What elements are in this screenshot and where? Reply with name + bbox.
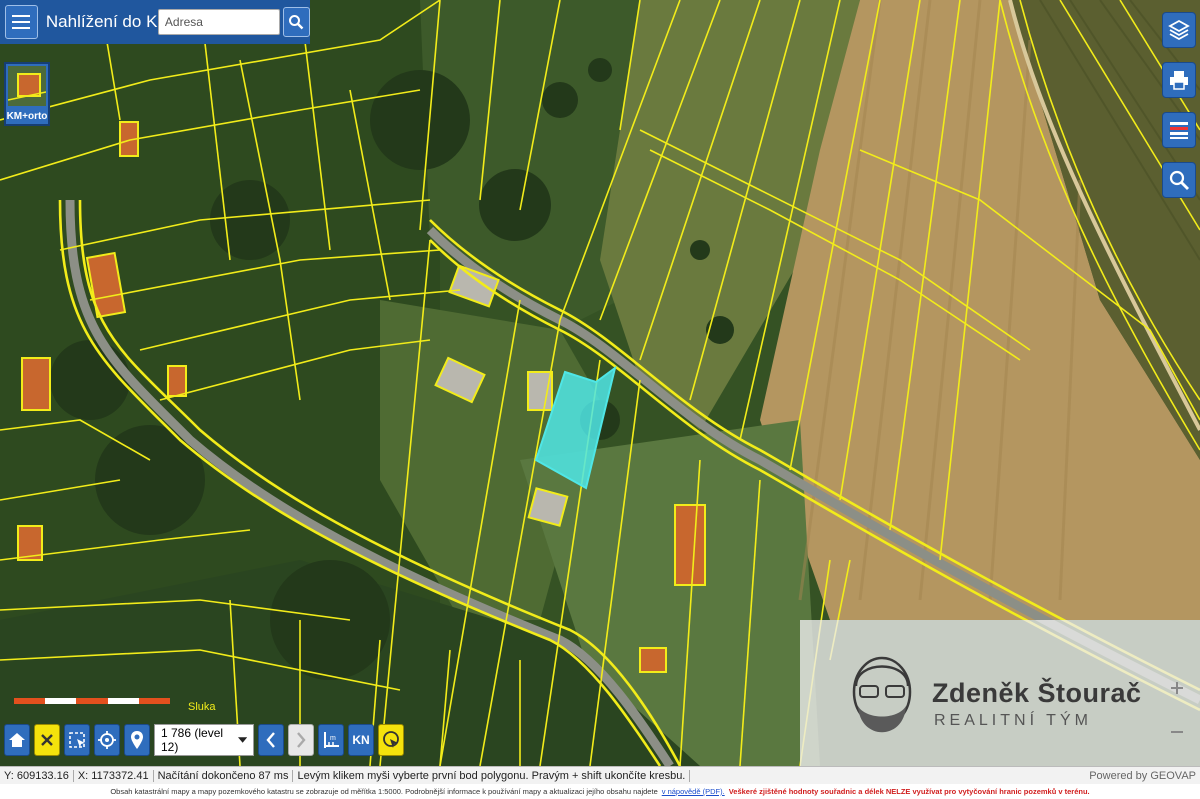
layers-button[interactable] <box>1162 12 1196 48</box>
next-button[interactable] <box>288 724 314 756</box>
legend-icon <box>1170 122 1188 139</box>
marker-button[interactable] <box>124 724 150 756</box>
home-icon <box>9 733 25 747</box>
app-title: Nahlížení do KN <box>45 12 170 31</box>
print-icon <box>1170 71 1188 90</box>
kn-label: KN <box>352 733 370 747</box>
coordinate-y: Y: 609133.16 <box>0 770 74 782</box>
select-area-icon <box>69 732 85 748</box>
chevron-right-icon <box>297 732 306 748</box>
crosshair-icon <box>98 731 116 749</box>
locate-button[interactable] <box>94 724 120 756</box>
powered-by: Powered by GEOVAP <box>1089 770 1196 782</box>
zoom-in-button[interactable] <box>1164 674 1190 702</box>
plus-icon <box>1171 682 1183 694</box>
search-icon <box>1169 170 1189 190</box>
kn-button[interactable]: KN <box>348 724 374 756</box>
geo-info-button[interactable] <box>378 724 404 756</box>
close-icon <box>41 734 53 746</box>
search-button[interactable] <box>282 7 310 37</box>
realtor-watermark: Zdeněk Štourač REALITNÍ TÝM <box>800 620 1200 766</box>
svg-text:m: m <box>330 735 336 742</box>
watermark-name: Zdeněk Štourač <box>932 678 1142 708</box>
print-button[interactable] <box>1162 62 1196 98</box>
street-label: Sluka <box>188 701 216 713</box>
footer-text: Obsah katastrální mapy a mapy pozemkovéh… <box>110 787 658 796</box>
top-bar: Nahlížení do KN <box>0 0 310 44</box>
legend-button[interactable] <box>1162 112 1196 148</box>
zoom-level-value: 1 786 (level 12) <box>161 726 224 754</box>
portrait-icon <box>852 656 912 733</box>
zoom-level-select[interactable]: 1 786 (level 12) <box>154 724 254 756</box>
scale-bar <box>14 698 171 704</box>
layer-thumbnail-icon <box>8 66 46 106</box>
home-button[interactable] <box>4 724 30 756</box>
layer-switch-button[interactable]: KM+orto <box>4 62 50 126</box>
right-toolbar <box>1162 12 1196 212</box>
watermark-subtitle: REALITNÍ TÝM <box>934 712 1092 729</box>
chevron-left-icon <box>266 732 275 748</box>
info-cursor-icon <box>383 731 399 748</box>
footer-warning: Veškeré zjištěné hodnoty souřadnic a dél… <box>728 787 1090 796</box>
search-icon <box>289 15 304 30</box>
previous-button[interactable] <box>258 724 284 756</box>
zoom-out-button[interactable] <box>1164 718 1190 746</box>
map-pin-icon <box>131 731 143 749</box>
measure-button[interactable]: m <box>318 724 344 756</box>
minus-icon <box>1171 731 1183 733</box>
help-pdf-link[interactable]: v nápovědě (PDF). <box>662 787 725 796</box>
measure-icon: m <box>324 732 339 748</box>
select-area-button[interactable] <box>64 724 90 756</box>
status-bar: Y: 609133.16 X: 1173372.41 Načítání doko… <box>0 766 1200 785</box>
map-search-button[interactable] <box>1162 162 1196 198</box>
close-tool-button[interactable] <box>34 724 60 756</box>
chevron-down-icon <box>237 737 247 743</box>
layers-icon <box>1168 19 1190 41</box>
load-time: Načítání dokončeno 87 ms <box>154 770 294 782</box>
footer-notice: Obsah katastrální mapy a mapy pozemkovéh… <box>0 784 1200 799</box>
bottom-toolbar: 1 786 (level 12) m KN <box>4 722 404 758</box>
draw-hint: Levým klikem myši vyberte první bod poly… <box>293 770 691 782</box>
layer-switch-label: KM+orto <box>6 111 48 122</box>
address-search-input[interactable] <box>157 9 280 35</box>
coordinate-x: X: 1173372.41 <box>74 770 154 782</box>
menu-button[interactable] <box>5 5 38 39</box>
